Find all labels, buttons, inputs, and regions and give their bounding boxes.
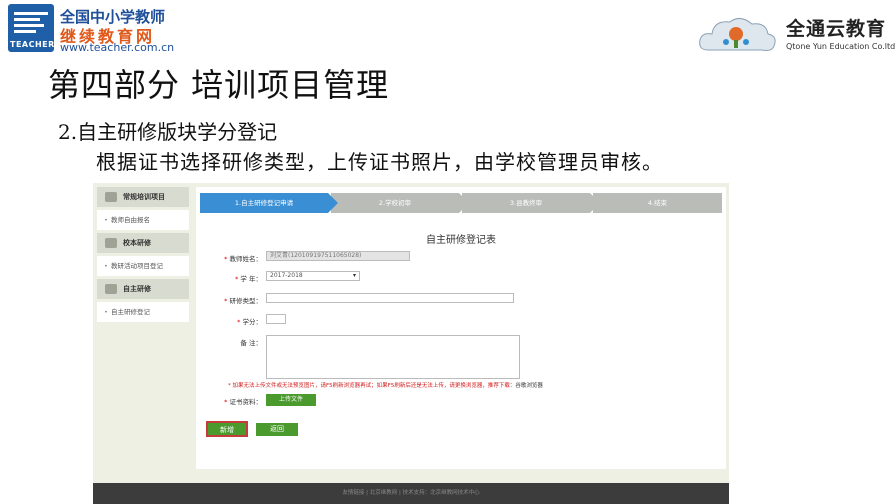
slide-title: 第四部分 培训项目管理 (48, 66, 390, 104)
sidebar-item-activity-register[interactable]: 教研活动项目登记 (97, 256, 189, 276)
type-label: * 研修类型： (224, 297, 262, 305)
remark-label: 备 注： (240, 339, 262, 347)
sidebar: 常规培训项目 教师自由报名 校本研修 教研活动项目登记 自主研修 自主研修登记 (97, 187, 189, 323)
teacher-logo: TEACHER 全国中小学教师 继续教育网 www.teacher.com.cn (8, 4, 198, 54)
step-3: 3.县教终审 (462, 193, 600, 213)
slide-description: 根据证书选择研修类型，上传证书照片，由学校管理员审核。 (96, 150, 663, 174)
year-select[interactable]: 2017-2018 ▾ (266, 271, 360, 281)
sidebar-head-label: 常规培训项目 (123, 193, 165, 201)
sidebar-item-free-signup[interactable]: 教师自由报名 (97, 210, 189, 230)
sidebar-head-self-study[interactable]: 自主研修 (97, 279, 189, 299)
add-button[interactable]: 新增 (206, 421, 248, 437)
embedded-screenshot: 常规培训项目 教师自由报名 校本研修 教研活动项目登记 自主研修 自主研修登记 … (93, 183, 729, 504)
teacher-field: 刘艾青(120109197511065028) (266, 251, 410, 261)
step-label: 3.县教终审 (509, 199, 543, 207)
teacher-label: * 教师姓名： (224, 255, 262, 263)
badge-text: TEACHER (10, 40, 55, 49)
cert-label: * 证书资料： (224, 398, 262, 406)
sidebar-item-self-study-register[interactable]: 自主研修登记 (97, 302, 189, 322)
back-button[interactable]: 返回 (256, 423, 298, 436)
step-2: 2.学校初审 (331, 193, 469, 213)
qtone-logo: 全通云教育 Qtone Yun Education Co.ltd (696, 8, 896, 58)
step-label: 1.自主研修登记申请 (234, 199, 294, 207)
logo-url: www.teacher.com.cn (60, 41, 175, 54)
sidebar-head-regular[interactable]: 常规培训项目 (97, 187, 189, 207)
slide-subtitle: 2.自主研修版块学分登记 (58, 120, 278, 144)
step-label: 2.学校初审 (378, 199, 412, 207)
step-1: 1.自主研修登记申请 (200, 193, 338, 213)
sidebar-head-label: 校本研修 (123, 239, 151, 247)
credit-label: * 学分： (237, 318, 262, 326)
brand-name: 全通云教育 (786, 18, 887, 40)
remark-textarea[interactable] (266, 335, 520, 379)
sidebar-head-school[interactable]: 校本研修 (97, 233, 189, 253)
progress-steps: 1.自主研修登记申请 2.学校初审 3.县教终审 4.结束 (200, 193, 722, 213)
upload-file-button[interactable]: 上传文件 (266, 394, 316, 406)
step-4: 4.结束 (593, 193, 722, 213)
credit-field[interactable] (266, 314, 286, 324)
teacher-badge-icon: TEACHER (8, 4, 54, 52)
form-title: 自主研修登记表 (426, 235, 496, 246)
step-label: 4.结束 (647, 199, 668, 207)
brand-subtitle: Qtone Yun Education Co.ltd (786, 42, 896, 51)
upload-notice: * 加果无法上传文件或无法预览图片，请F5刷新浏览器再试；如果F5刷新后还是无法… (228, 383, 543, 389)
folder-icon (105, 192, 117, 202)
study-type-field[interactable] (266, 293, 514, 303)
cloud-logo-icon (699, 18, 776, 51)
chevron-down-icon: ▾ (352, 272, 356, 279)
year-label: * 学 年： (235, 275, 262, 283)
main-panel: 1.自主研修登记申请 2.学校初审 3.县教终审 4.结束 自主研修登记表 * … (196, 187, 726, 469)
page-footer: 友情链接 | 北京继教网 | 技术支持：北京继教网技术中心 (93, 483, 729, 504)
chrome-download-link[interactable]: 谷歌浏览器 (515, 383, 543, 389)
sidebar-head-label: 自主研修 (123, 285, 151, 293)
folder-icon (105, 284, 117, 294)
folder-icon (105, 238, 117, 248)
